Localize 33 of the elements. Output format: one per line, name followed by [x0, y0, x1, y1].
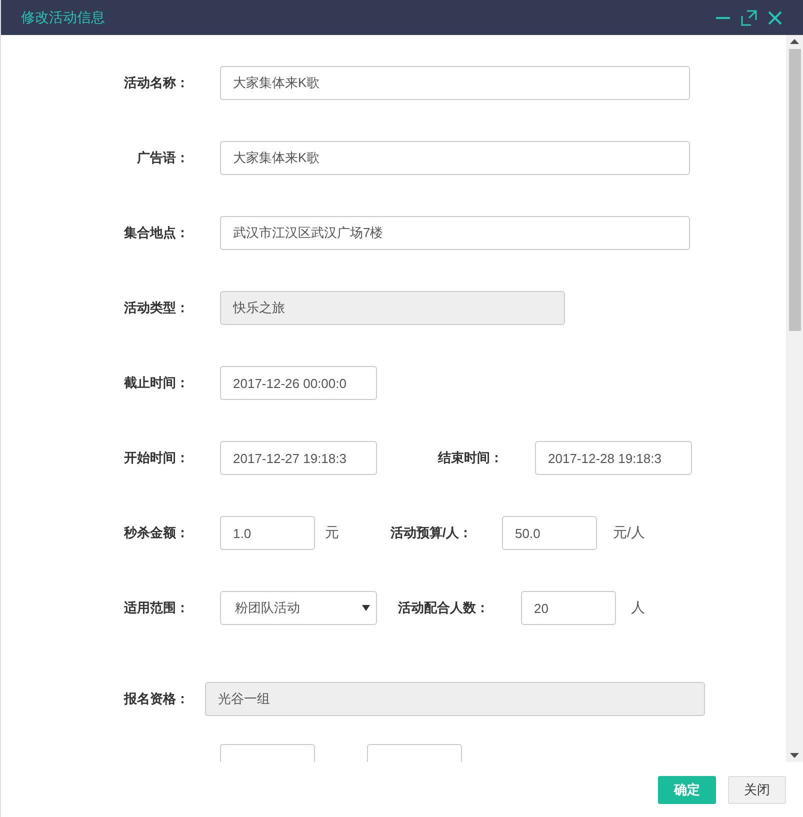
close-button[interactable]	[767, 10, 783, 26]
field-label: 截止时间：	[123, 374, 189, 392]
field-label: 开始时间：	[123, 449, 189, 467]
field-label: 集合地点：	[122, 224, 189, 242]
window-title: 修改活动信息	[21, 8, 105, 26]
input-field[interactable]: 大家集体来K歌	[220, 141, 690, 175]
input-field[interactable]: 2017-12-26 00:00:0	[220, 366, 377, 400]
field-label: 广告语：	[136, 149, 189, 167]
field-label: 适用范围：	[123, 599, 189, 617]
input-field[interactable]: 2017-12-28 19:18:3	[535, 441, 692, 475]
field-label: 活动配合人数：	[397, 599, 489, 617]
field-label: 报名资格：	[122, 690, 189, 708]
input-field[interactable]: 武汉市江汉区武汉广场7楼	[220, 216, 690, 250]
scrollbar[interactable]	[786, 35, 803, 762]
input-field[interactable]: 大家集体来K歌	[220, 66, 690, 100]
field-label: 秒杀金额：	[122, 524, 189, 542]
input-field[interactable]: 2017-12-27 19:18:3	[220, 441, 377, 475]
caret-icon	[362, 605, 370, 611]
unit-label: 元	[325, 524, 339, 542]
close-dialog-button[interactable]: 关闭	[728, 776, 786, 804]
input-field[interactable]: 20	[521, 591, 616, 625]
input-field[interactable]: 1.0	[220, 516, 315, 550]
scrollbar-thumb[interactable]	[788, 49, 800, 331]
unit-label: 元/人	[613, 524, 645, 542]
field-label: 结束时间：	[436, 449, 503, 467]
maximize-button[interactable]	[741, 10, 757, 26]
field-label: 活动预算/人：	[389, 524, 472, 542]
field-label: 活动名称：	[123, 74, 189, 92]
input-field[interactable]: 50.0	[502, 516, 597, 550]
field-label: 活动类型：	[123, 299, 189, 317]
dropdown-select[interactable]: 粉团队活动	[220, 591, 377, 625]
minimize-icon	[716, 16, 730, 18]
unit-label: 人	[631, 599, 645, 617]
